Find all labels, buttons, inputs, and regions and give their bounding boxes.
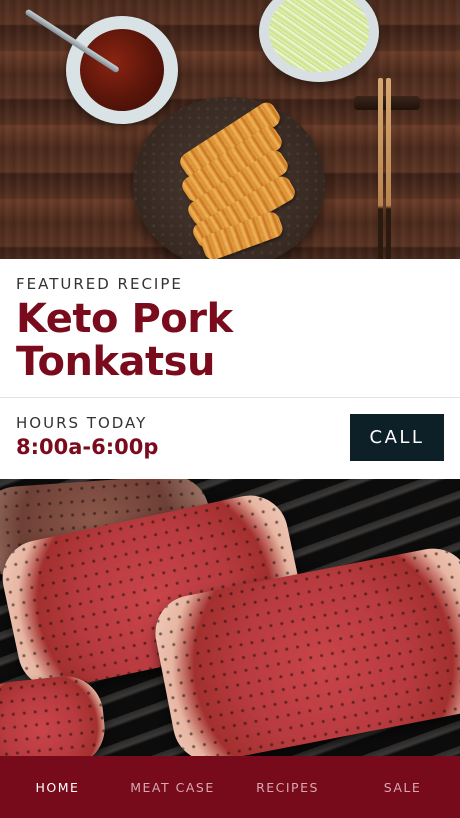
recipe-title[interactable]: Keto Pork Tonkatsu — [16, 298, 436, 384]
sauce — [80, 29, 164, 111]
plate — [133, 97, 325, 259]
hero-image-tonkatsu[interactable] — [0, 0, 460, 259]
steak-image[interactable] — [0, 479, 460, 756]
featured-recipe-card[interactable]: FEATURED RECIPE Keto Pork Tonkatsu — [0, 259, 460, 398]
shredded-cabbage — [269, 0, 369, 72]
katsu-slice — [176, 99, 284, 181]
katsu-slice — [184, 147, 292, 229]
nav-recipes[interactable]: RECIPES — [230, 780, 345, 795]
cabbage-bowl — [259, 0, 379, 82]
hours-value: 8:00a-6:00p — [16, 435, 159, 459]
call-button[interactable]: CALL — [350, 414, 444, 461]
nav-sale[interactable]: SALE — [345, 780, 460, 795]
featured-recipe-label: FEATURED RECIPE — [16, 275, 183, 293]
hours-label: HOURS TODAY — [16, 414, 148, 432]
sauce-bowl — [24, 8, 178, 124]
nav-home[interactable]: HOME — [0, 780, 115, 795]
katsu-slice — [178, 123, 286, 205]
katsu-slice — [199, 209, 285, 259]
hours-section: HOURS TODAY 8:00a-6:00p CALL — [0, 399, 460, 479]
chopstick — [378, 78, 383, 259]
bottom-nav: HOME MEAT CASE RECIPES SALE — [0, 756, 460, 818]
nav-meat-case[interactable]: MEAT CASE — [115, 780, 230, 795]
katsu-slice — [189, 173, 299, 251]
chopstick — [386, 78, 391, 259]
